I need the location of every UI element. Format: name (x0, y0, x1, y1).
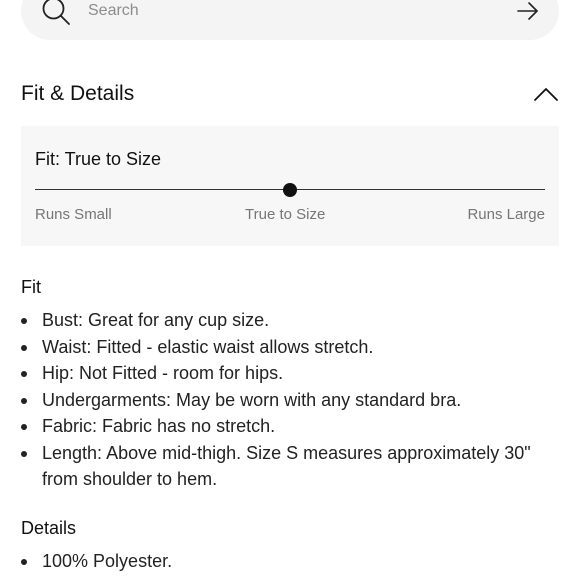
list-item: 100% Polyester. (21, 548, 561, 575)
fit-heading: Fit (21, 277, 41, 297)
search-icon (42, 0, 70, 25)
section-title: Fit & Details (21, 82, 135, 105)
fit-label-true-to-size: True to Size (245, 206, 326, 223)
chevron-up-icon[interactable] (533, 84, 559, 104)
search-bar (21, 0, 559, 40)
bullet-icon (21, 424, 27, 430)
bullet-icon (21, 344, 27, 351)
search-input[interactable] (88, 0, 468, 24)
bullet-icon (21, 371, 27, 377)
bullet-icon (21, 318, 27, 324)
list-item: Hip: Not Fitted - room for hips. (21, 360, 561, 387)
list-item-text: Length: Above mid-thigh. Size S measures… (42, 442, 531, 490)
fit-list: Bust: Great for any cup size. Waist: Fit… (21, 307, 561, 493)
list-item-text: Fabric: Fabric has no stretch. (42, 416, 276, 436)
list-item: Undergarments: May be worn with any stan… (21, 387, 561, 414)
list-item-text: Bust: Great for any cup size. (42, 310, 270, 330)
list-item-text: Hip: Not Fitted - room for hips. (42, 363, 284, 383)
bullet-icon (21, 450, 27, 457)
fit-label-runs-large: Runs Large (467, 206, 545, 223)
list-item: Waist: Fitted - elastic waist allows str… (21, 334, 561, 361)
fit-details-header[interactable]: Fit & Details (21, 78, 559, 114)
fit-title: Fit: True to Size (35, 149, 162, 169)
arrow-right-icon[interactable] (515, 0, 541, 23)
list-item: Fabric: Fabric has no stretch. (21, 413, 561, 440)
fit-scale-indicator (283, 183, 297, 197)
list-item: Bust: Great for any cup size. (21, 307, 561, 334)
details-list: 100% Polyester. (21, 548, 561, 575)
list-item-text: Undergarments: May be worn with any stan… (42, 389, 462, 410)
list-item: Length: Above mid-thigh. Size S measures… (21, 440, 561, 493)
bullet-icon (21, 559, 27, 565)
list-item-text: 100% Polyester. (42, 551, 173, 571)
bullet-icon (21, 397, 27, 404)
fit-label-runs-small: Runs Small (35, 206, 112, 223)
details-heading: Details (21, 518, 77, 538)
list-item-text: Waist: Fitted - elastic waist allows str… (42, 336, 374, 357)
